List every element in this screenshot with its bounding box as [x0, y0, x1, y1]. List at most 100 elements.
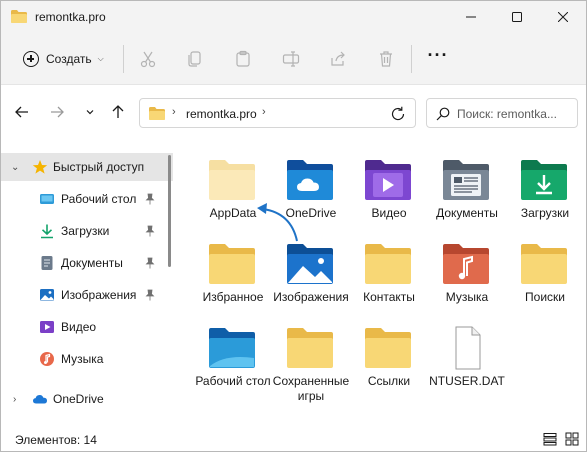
item-label: Рабочий стол: [195, 374, 271, 388]
item-label: Загрузки: [520, 206, 570, 220]
create-button[interactable]: Создать ⌵: [15, 45, 111, 73]
minimize-icon: [466, 16, 476, 18]
refresh-icon[interactable]: [389, 105, 407, 123]
chevron-right-icon[interactable]: ›: [172, 106, 176, 118]
list-item-searches[interactable]: Поиски: [506, 232, 584, 314]
sidebar-item-music[interactable]: Музыка: [1, 345, 173, 373]
window-title: remontka.pro: [35, 10, 106, 24]
music-icon: [40, 352, 54, 366]
annotation-arrow: [257, 203, 298, 242]
close-icon: [558, 12, 568, 22]
maximize-icon: [512, 12, 522, 22]
address-bar[interactable]: › remontka.pro ›: [139, 98, 416, 128]
sidebar-item-label: Музыка: [61, 352, 104, 366]
list-item-documents[interactable]: Документы: [428, 148, 506, 230]
sidebar-item-onedrive[interactable]: › OneDrive: [1, 385, 173, 413]
add-icon: [23, 51, 39, 67]
recent-locations-button[interactable]: [79, 101, 101, 123]
sidebar-item-label: Рабочий стол: [61, 192, 137, 206]
chevron-down-icon: [86, 110, 94, 115]
sidebar-item-label: Документы: [61, 256, 123, 270]
sidebar-item-downloads[interactable]: Загрузки: [1, 217, 173, 245]
details-view-icon[interactable]: [543, 432, 557, 446]
maximize-button[interactable]: [494, 1, 540, 33]
pin-icon[interactable]: [145, 257, 155, 269]
title-bar[interactable]: remontka.pro: [1, 1, 586, 33]
rename-button[interactable]: [280, 48, 302, 70]
command-bar: Создать ⌵ ···: [1, 33, 586, 85]
list-item-saved-games[interactable]: Сохраненные игры: [272, 316, 350, 403]
item-count: Элементов: 14: [15, 433, 97, 447]
share-icon: [331, 51, 345, 66]
navigation-pane: ⌄ Быстрый доступ Рабочий стол Загрузки Д…: [1, 141, 177, 427]
copy-icon: [188, 51, 201, 67]
item-label: NTUSER.DAT: [429, 374, 505, 388]
scrollbar[interactable]: [168, 155, 171, 267]
list-item-links[interactable]: Ссылки: [350, 316, 428, 398]
folder-icon: [365, 244, 411, 284]
forward-button[interactable]: [46, 101, 68, 123]
cut-button[interactable]: [137, 48, 159, 70]
breadcrumb[interactable]: remontka.pro: [186, 107, 257, 121]
tiles-view-icon[interactable]: [565, 432, 579, 446]
list-item-video[interactable]: Видео: [350, 148, 428, 230]
chevron-down-icon[interactable]: ⌄: [11, 162, 19, 173]
rename-icon: [282, 51, 300, 67]
sidebar-item-quick-access[interactable]: ⌄ Быстрый доступ: [1, 153, 173, 181]
item-label: Избранное: [202, 290, 264, 304]
share-button[interactable]: [327, 48, 349, 70]
folder-icon: [521, 244, 567, 284]
list-item-contacts[interactable]: Контакты: [350, 232, 428, 314]
close-button[interactable]: [540, 1, 586, 33]
navigation-bar: › remontka.pro › Поиск: remontka...: [1, 86, 586, 138]
sidebar-item-video[interactable]: Видео: [1, 313, 173, 341]
sidebar-item-label: OneDrive: [53, 392, 104, 406]
video-icon: [40, 321, 54, 333]
item-label: Документы: [436, 206, 498, 220]
list-item-ntuser-dat[interactable]: NTUSER.DAT: [428, 316, 506, 398]
divider: [411, 45, 412, 73]
chevron-down-icon: ⌵: [97, 54, 104, 63]
search-box[interactable]: Поиск: remontka...: [426, 98, 578, 128]
pin-icon[interactable]: [145, 193, 155, 205]
list-item-music[interactable]: Музыка: [428, 232, 506, 314]
delete-icon: [380, 51, 392, 67]
explorer-window: remontka.pro Создать ⌵ ··· › remontka.pr…: [0, 0, 587, 452]
back-button[interactable]: [11, 101, 33, 123]
pictures-icon: [40, 289, 54, 301]
sidebar-item-documents[interactable]: Документы: [1, 249, 173, 277]
paste-icon: [236, 50, 250, 67]
search-input[interactable]: Поиск: remontka...: [457, 107, 557, 121]
sidebar-item-desktop[interactable]: Рабочий стол: [1, 185, 173, 213]
paste-button[interactable]: [232, 48, 254, 70]
more-options-button[interactable]: ···: [425, 46, 451, 70]
item-label: Музыка: [445, 290, 489, 304]
status-bar: Элементов: 14: [1, 427, 586, 451]
delete-button[interactable]: [375, 48, 397, 70]
desktop-icon: [40, 194, 54, 204]
list-item-desktop[interactable]: Рабочий стол: [194, 316, 272, 398]
up-button[interactable]: [107, 101, 129, 123]
cloud-icon: [33, 395, 47, 404]
star-icon: [32, 160, 48, 174]
sidebar-item-pictures[interactable]: Изображения: [1, 281, 173, 309]
pin-icon[interactable]: [145, 225, 155, 237]
folder-documents-icon: [443, 160, 489, 200]
folder-desktop-icon: [209, 328, 255, 368]
chevron-right-icon[interactable]: ›: [262, 106, 266, 118]
folder-video-icon: [365, 160, 411, 200]
download-icon: [41, 224, 53, 239]
item-label: Контакты: [363, 290, 415, 304]
sidebar-item-label: Быстрый доступ: [53, 160, 145, 174]
list-item-downloads[interactable]: Загрузки: [506, 148, 584, 230]
chevron-right-icon[interactable]: ›: [13, 394, 16, 405]
item-label: Поиски: [525, 290, 565, 304]
item-label: Ссылки: [367, 374, 411, 388]
copy-button[interactable]: [184, 48, 206, 70]
minimize-button[interactable]: [448, 1, 494, 33]
folder-icon: [11, 10, 27, 23]
arrow-up-icon: [112, 105, 124, 118]
file-list: AppData OneDrive Видео Документы Загрузк…: [179, 141, 586, 427]
pin-icon[interactable]: [145, 289, 155, 301]
sidebar-item-label: Загрузки: [61, 224, 110, 238]
